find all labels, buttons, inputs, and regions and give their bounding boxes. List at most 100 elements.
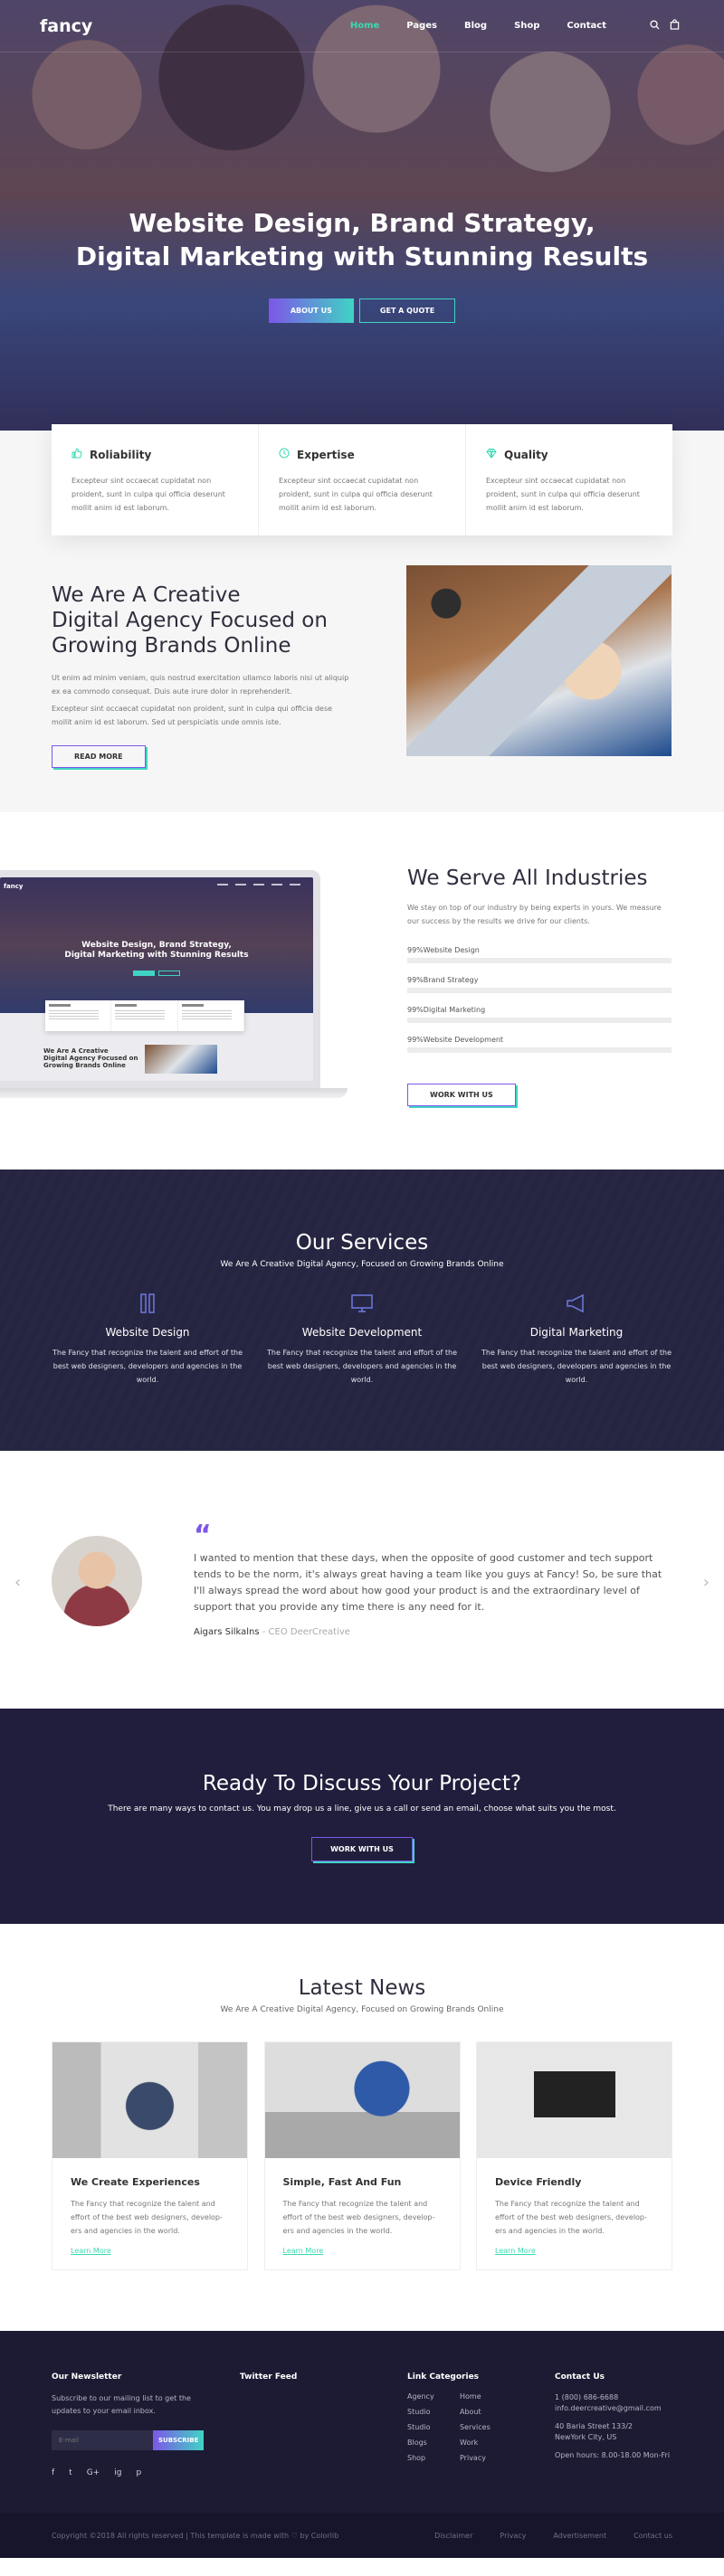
news-card-title[interactable]: Simple, Fast And Fun bbox=[283, 2176, 442, 2188]
skill-fill bbox=[407, 1018, 670, 1023]
feature-quality: Quality Excepteur sint occaecat cupidata… bbox=[466, 424, 672, 535]
instagram-icon[interactable]: ig bbox=[114, 2468, 121, 2477]
skill-name: Website Design bbox=[423, 946, 480, 954]
footer-link[interactable]: Shop bbox=[407, 2454, 460, 2462]
cta-text: There are many ways to contact us. You m… bbox=[108, 1804, 616, 1814]
disclaimer-link[interactable]: Disclaimer bbox=[434, 2532, 472, 2540]
privacy-link[interactable]: Privacy bbox=[500, 2532, 526, 2540]
mini-nav bbox=[217, 884, 300, 886]
news-image[interactable] bbox=[264, 2042, 460, 2158]
news-card-title[interactable]: Device Friendly bbox=[495, 2176, 653, 2188]
skill-percent: 99% bbox=[407, 976, 424, 984]
advertisement-link[interactable]: Advertisement bbox=[553, 2532, 606, 2540]
contact-us-link[interactable]: Contact us bbox=[634, 2532, 672, 2540]
footer: Our Newsletter Subscribe to our mailing … bbox=[0, 2331, 724, 2513]
contact-phone-email: 1 (800) 686-6688 info.deercreative@gmail… bbox=[555, 2392, 670, 2414]
hero-title-line2: Digital Marketing with Stunning Results bbox=[75, 242, 649, 271]
footer-link[interactable]: Blogs bbox=[407, 2439, 460, 2447]
nav-blog[interactable]: Blog bbox=[464, 21, 487, 31]
footer-link[interactable]: Work bbox=[460, 2439, 514, 2447]
footer-newsletter: Our Newsletter Subscribe to our mailing … bbox=[52, 2372, 205, 2477]
footer-link[interactable]: About bbox=[460, 2408, 514, 2416]
skill-bar bbox=[407, 958, 672, 963]
author-name: Aigars Silkalns bbox=[194, 1627, 260, 1637]
contact-phone[interactable]: 1 (800) 686-6688 bbox=[555, 2393, 618, 2401]
news-card-text: The Fancy that recognize the talent and … bbox=[495, 2200, 647, 2235]
features-section: Roliability Excepteur sint occaecat cupi… bbox=[0, 424, 724, 582]
contact-details: 1 (800) 686-6688 info.deercreative@gmail… bbox=[555, 2392, 670, 2461]
cta-work-with-us-button[interactable]: WORK WITH US bbox=[311, 1837, 413, 1861]
service-website-development: Website Development The Fancy that recog… bbox=[266, 1293, 458, 1387]
footer-link[interactable]: Agency bbox=[407, 2392, 460, 2401]
search-icon[interactable] bbox=[644, 19, 664, 33]
links-grid: Agency Home Studio About Studio Services… bbox=[407, 2392, 514, 2462]
nav-pages[interactable]: Pages bbox=[406, 21, 437, 31]
skills-list: 99% Website Design 99% Brand Strategy 99% D… bbox=[407, 946, 672, 1053]
learn-more-link[interactable]: Learn More bbox=[71, 2247, 111, 2255]
diamond-icon bbox=[486, 448, 497, 461]
cta-title: Ready To Discuss Your Project? bbox=[202, 1772, 522, 1795]
hero-section: fancy Home Pages Blog Shop Contact Websi… bbox=[0, 0, 724, 431]
mini-title-line1: Website Design, Brand Strategy, bbox=[81, 941, 232, 950]
about-title-line3: Growing Brands Online bbox=[52, 634, 291, 658]
footer-twitter: Twitter Feed bbox=[240, 2372, 297, 2382]
google-plus-icon[interactable]: G+ bbox=[87, 2468, 100, 2477]
bag-icon[interactable] bbox=[664, 19, 684, 33]
skill-fill bbox=[407, 1047, 670, 1053]
footer-link[interactable]: Studio bbox=[407, 2423, 460, 2431]
prev-arrow-icon[interactable]: ‹ bbox=[14, 1573, 21, 1592]
laptop-base bbox=[0, 1088, 348, 1098]
feature-head: Roliability bbox=[71, 448, 238, 461]
nav-shop[interactable]: Shop bbox=[514, 21, 539, 31]
learn-more-link[interactable]: Learn More bbox=[495, 2247, 536, 2255]
read-more-button[interactable]: READ MORE bbox=[52, 745, 146, 768]
next-arrow-icon[interactable]: › bbox=[703, 1573, 710, 1592]
skill-label: 99% Digital Marketing bbox=[407, 1006, 672, 1014]
skill-percent: 99% bbox=[407, 1036, 424, 1044]
newsletter-text: Subscribe to our mailing list to get the… bbox=[52, 2394, 191, 2415]
email-input[interactable] bbox=[52, 2430, 153, 2450]
news-image[interactable] bbox=[477, 2042, 672, 2158]
learn-more-link[interactable]: Learn More bbox=[283, 2247, 324, 2255]
hero-content: Website Design, Brand Strategy, Digital … bbox=[0, 206, 724, 323]
about-content: We Are A Creative Digital Agency Focused… bbox=[52, 582, 350, 768]
subscribe-button[interactable]: SUBSCRIBE bbox=[153, 2430, 205, 2450]
news-section: Latest News We Are A Creative Digital Ag… bbox=[0, 1924, 724, 2331]
footer-link[interactable]: Home bbox=[460, 2392, 514, 2401]
news-title: Latest News bbox=[298, 1976, 426, 2000]
work-with-us-button[interactable]: WORK WITH US bbox=[407, 1084, 516, 1106]
testimonial-section: ‹ › “ I wanted to mention that these day… bbox=[0, 1451, 724, 1709]
hero-buttons: ABOUT US GET A QUOTE bbox=[0, 298, 724, 323]
footer-contact: Contact Us 1 (800) 686-6688 info.deercre… bbox=[555, 2372, 670, 2468]
industries-content: We Serve All Industries We stay on top o… bbox=[407, 867, 672, 1106]
services-section: Our Services We Are A Creative Digital A… bbox=[0, 1170, 724, 1451]
service-digital-marketing: Digital Marketing The Fancy that recogni… bbox=[481, 1293, 672, 1387]
services-list: Website Design The Fancy that recognize … bbox=[52, 1293, 672, 1387]
pinterest-icon[interactable]: p bbox=[136, 2468, 141, 2477]
footer-link[interactable]: Privacy bbox=[460, 2454, 514, 2462]
feature-text: Excepteur sint occaecat cupidatat non pr… bbox=[279, 477, 433, 512]
get-a-quote-button[interactable]: GET A QUOTE bbox=[358, 298, 456, 323]
feature-expertise: Expertise Excepteur sint occaecat cupida… bbox=[259, 424, 466, 535]
feature-head: Quality bbox=[486, 448, 653, 461]
twitter-icon[interactable]: t bbox=[69, 2468, 72, 2477]
nav-contact[interactable]: Contact bbox=[567, 21, 606, 31]
contact-address-line2: NewYork City, US bbox=[555, 2433, 617, 2441]
about-us-button[interactable]: ABOUT US bbox=[268, 298, 354, 323]
about-image bbox=[406, 565, 672, 756]
skill-fill bbox=[407, 988, 670, 993]
facebook-icon[interactable]: f bbox=[52, 2468, 54, 2477]
contact-email[interactable]: info.deercreative@gmail.com bbox=[555, 2404, 662, 2412]
features-card: Roliability Excepteur sint occaecat cupi… bbox=[52, 424, 672, 535]
news-card-title[interactable]: We Create Experiences bbox=[71, 2176, 229, 2188]
service-text: The Fancy that recognize the talent and … bbox=[52, 1349, 243, 1384]
nav-home[interactable]: Home bbox=[350, 21, 379, 31]
pencils-icon bbox=[52, 1293, 243, 1319]
news-image[interactable] bbox=[52, 2042, 247, 2158]
logo[interactable]: fancy bbox=[40, 16, 92, 36]
feature-text: Excepteur sint occaecat cupidatat non pr… bbox=[71, 477, 225, 512]
service-name: Digital Marketing bbox=[529, 1326, 624, 1339]
footer-link[interactable]: Studio bbox=[407, 2408, 460, 2416]
about-title-line2: Digital Agency Focused on bbox=[52, 609, 328, 632]
footer-link[interactable]: Services bbox=[460, 2423, 514, 2431]
